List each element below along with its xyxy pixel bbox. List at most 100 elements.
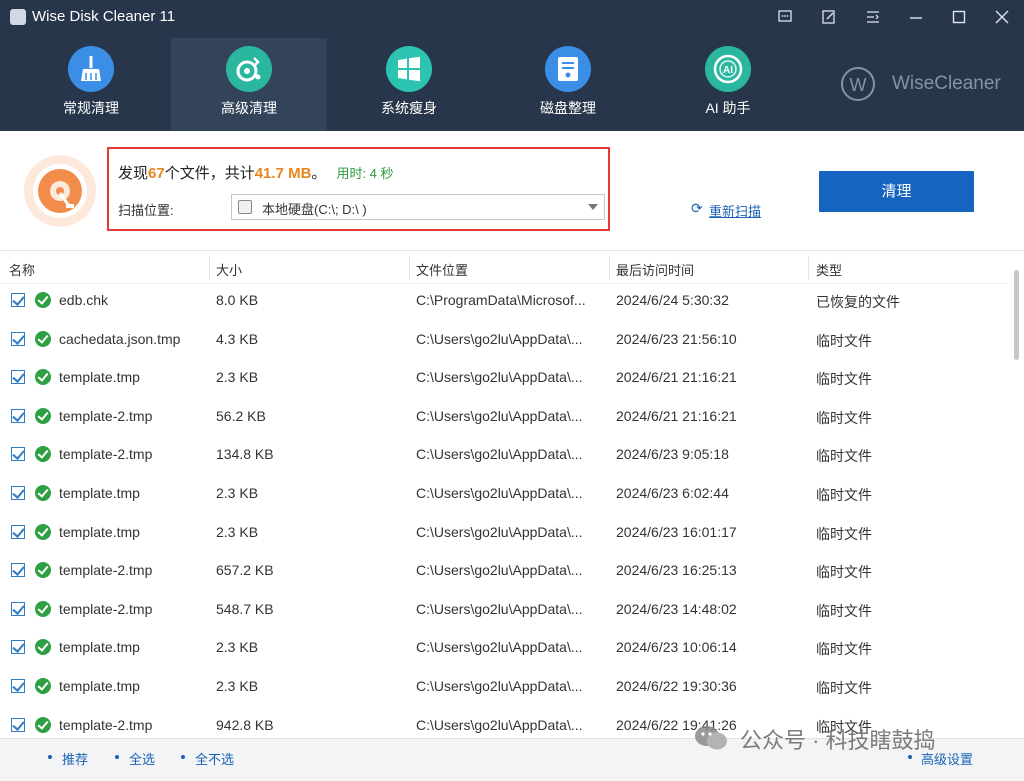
- safe-status-icon: [35, 292, 51, 308]
- file-count: 67: [148, 165, 165, 182]
- last-access-time: 2024/6/23 21:56:10: [616, 330, 737, 347]
- file-size: 8.0 KB: [216, 292, 259, 308]
- feedback-icon[interactable]: [771, 4, 799, 30]
- last-access-time: 2024/6/21 21:16:21: [616, 407, 737, 424]
- table-header: 名称 大小 文件位置 最后访问时间 类型: [0, 252, 1008, 284]
- row-checkbox[interactable]: [11, 679, 25, 693]
- row-checkbox[interactable]: [11, 447, 25, 462]
- nav-advanced-clean[interactable]: 高级清理: [171, 38, 327, 131]
- menu-icon[interactable]: [859, 4, 887, 30]
- column-divider[interactable]: [409, 256, 410, 280]
- nav-system-slim[interactable]: 系统瘦身: [331, 38, 487, 131]
- column-divider[interactable]: [808, 256, 809, 280]
- file-type: 临时文件: [816, 641, 872, 658]
- column-header-type[interactable]: 类型: [816, 260, 842, 279]
- table-row[interactable]: template-2.tmp 134.8 KB C:\Users\go2lu\App…: [0, 436, 1008, 475]
- table-row[interactable]: template-2.tmp 56.2 KB C:\Users\go2lu\AppD…: [0, 398, 1008, 437]
- svg-text:W: W: [850, 75, 867, 95]
- column-header-size[interactable]: 大小: [216, 260, 242, 279]
- minimize-icon[interactable]: [902, 4, 930, 30]
- file-name: template.tmp: [59, 369, 140, 386]
- recommend-link[interactable]: 推荐: [62, 749, 88, 768]
- table-row[interactable]: template.tmp 2.3 KB C:\Users\go2lu\AppData…: [0, 629, 1008, 668]
- column-header-path[interactable]: 文件位置: [416, 260, 468, 279]
- file-type: 临时文件: [816, 525, 872, 542]
- file-path: C:\Users\go2lu\AppData\...: [416, 330, 583, 347]
- table-row[interactable]: template-2.tmp 548.7 KB C:\Users\go2lu\App…: [0, 591, 1008, 630]
- bullet-icon: [48, 755, 52, 759]
- row-checkbox[interactable]: [11, 370, 25, 385]
- nav-ai-assistant[interactable]: AI AI 助手: [650, 38, 806, 131]
- file-path: C:\Users\go2lu\AppData\...: [416, 562, 583, 579]
- file-size: 942.8 KB: [216, 716, 274, 733]
- last-access-time: 2024/6/23 14:48:02: [616, 600, 737, 617]
- close-icon[interactable]: [988, 4, 1016, 30]
- table-row[interactable]: template.tmp 2.3 KB C:\Users\go2lu\AppData…: [0, 668, 1008, 707]
- file-size: 134.8 KB: [216, 446, 274, 463]
- file-type: 临时文件: [816, 409, 872, 426]
- total-size: 41.7 MB: [254, 165, 312, 182]
- table-row[interactable]: template.tmp 2.3 KB C:\Users\go2lu\AppData…: [0, 475, 1008, 514]
- clean-button[interactable]: 清理: [819, 171, 974, 212]
- safe-status-icon: [35, 523, 51, 540]
- watermark-text: 公众号 · 科技瞎鼓捣: [740, 728, 936, 753]
- column-header-name[interactable]: 名称: [9, 260, 35, 279]
- file-path: C:\Users\go2lu\AppData\...: [416, 446, 583, 463]
- file-type: 临时文件: [816, 448, 872, 465]
- file-list: edb.chk 8.0 KB C:\ProgramData\Microsof... 2…: [0, 282, 1008, 738]
- row-checkbox[interactable]: [11, 408, 25, 423]
- file-size: 2.3 KB: [216, 485, 259, 501]
- maximize-icon[interactable]: [945, 4, 973, 30]
- row-checkbox[interactable]: [11, 486, 25, 500]
- select-all-link[interactable]: 全选: [129, 749, 155, 768]
- row-checkbox[interactable]: [11, 640, 25, 655]
- row-checkbox[interactable]: [11, 331, 25, 346]
- file-type: 临时文件: [816, 680, 872, 696]
- table-row[interactable]: template.tmp 2.3 KB C:\Users\go2lu\AppData…: [0, 359, 1008, 398]
- nav-label: 系统瘦身: [381, 100, 437, 116]
- scrollbar-thumb[interactable]: [1014, 270, 1019, 360]
- column-divider[interactable]: [209, 256, 210, 280]
- table-row[interactable]: template-2.tmp 657.2 KB C:\Users\go2lu\App…: [0, 552, 1008, 591]
- bullet-icon: [908, 755, 912, 759]
- file-path: C:\Users\go2lu\AppData\...: [416, 369, 583, 386]
- last-access-time: 2024/6/23 16:01:17: [616, 523, 737, 540]
- table-row[interactable]: cachedata.json.tmp 4.3 KB C:\Users\go2lu\A…: [0, 321, 1008, 360]
- nav-label: 高级清理: [221, 100, 277, 116]
- file-path: C:\Users\go2lu\AppData\...: [416, 678, 583, 694]
- app-header: Wise Disk Cleaner 11 常规清理 高级清理 系统瘦身 磁盘整理…: [0, 0, 1024, 131]
- safe-status-icon: [35, 369, 51, 386]
- safe-status-icon: [35, 562, 51, 579]
- table-row[interactable]: template.tmp 2.3 KB C:\Users\go2lu\AppData…: [0, 514, 1008, 553]
- column-divider[interactable]: [609, 256, 610, 280]
- row-checkbox[interactable]: [11, 524, 25, 539]
- vertical-scrollbar[interactable]: [1012, 252, 1020, 738]
- last-access-time: 2024/6/21 21:16:21: [616, 369, 737, 386]
- title-bar: Wise Disk Cleaner 11: [0, 0, 1024, 34]
- advanced-clean-icon: [226, 46, 272, 92]
- file-name: cachedata.json.tmp: [59, 330, 181, 347]
- found-prefix: 发现: [118, 165, 149, 182]
- table-row[interactable]: edb.chk 8.0 KB C:\ProgramData\Microsof... 2…: [0, 282, 1008, 321]
- file-path: C:\Users\go2lu\AppData\...: [416, 407, 583, 424]
- column-header-time[interactable]: 最后访问时间: [616, 260, 694, 279]
- app-logo-icon: [10, 9, 26, 25]
- rescan-link[interactable]: ⟳ 重新扫描: [691, 200, 761, 220]
- ai-icon: AI: [705, 46, 751, 92]
- scan-location-select[interactable]: 本地硬盘(C:\; D:\ ): [231, 194, 605, 220]
- safe-status-icon: [35, 407, 51, 424]
- file-name: template-2.tmp: [59, 407, 153, 424]
- file-name: template-2.tmp: [59, 446, 153, 463]
- row-checkbox[interactable]: [11, 293, 25, 307]
- nav-disk-defrag[interactable]: 磁盘整理: [490, 38, 646, 131]
- safe-status-icon: [35, 716, 51, 733]
- nav-regular-clean[interactable]: 常规清理: [13, 38, 169, 131]
- row-checkbox[interactable]: [11, 717, 25, 732]
- row-checkbox[interactable]: [11, 563, 25, 578]
- file-path: C:\ProgramData\Microsof...: [416, 292, 586, 308]
- file-type: 临时文件: [816, 487, 872, 503]
- row-checkbox[interactable]: [11, 601, 25, 616]
- file-name: template.tmp: [59, 678, 140, 694]
- notes-icon[interactable]: [815, 4, 843, 30]
- select-none-link[interactable]: 全不选: [195, 749, 234, 768]
